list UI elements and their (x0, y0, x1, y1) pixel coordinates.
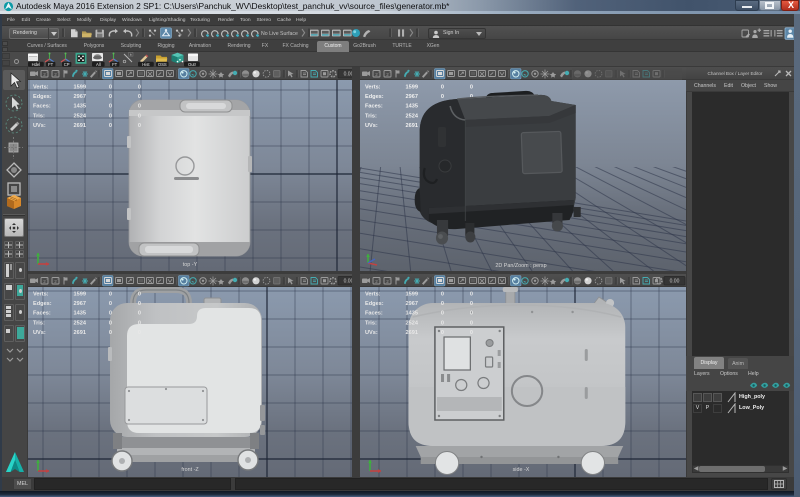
svg-text:0: 0 (470, 320, 473, 326)
svg-text:0: 0 (470, 292, 473, 298)
svg-text:4: 4 (378, 70, 380, 74)
svg-text:0.00: 0.00 (344, 279, 352, 285)
svg-text:2691: 2691 (74, 123, 86, 129)
svg-text:0: 0 (441, 292, 444, 298)
svg-text:1599: 1599 (406, 292, 418, 298)
svg-text:4: 4 (46, 277, 48, 281)
svg-text:Faces:: Faces: (33, 104, 51, 110)
svg-text:0: 0 (109, 123, 112, 129)
svg-text:0: 0 (138, 113, 141, 119)
svg-text:0: 0 (138, 94, 141, 100)
svg-text:4: 4 (46, 70, 48, 74)
svg-text:1599: 1599 (74, 292, 86, 298)
svg-text:1435: 1435 (74, 104, 86, 110)
svg-text:0.00: 0.00 (670, 279, 680, 285)
svg-text:0: 0 (109, 311, 112, 317)
svg-text:0: 0 (109, 301, 112, 307)
svg-text:4: 4 (378, 277, 380, 281)
svg-text:0: 0 (109, 330, 112, 336)
svg-text:2524: 2524 (74, 320, 87, 326)
svg-text:0: 0 (109, 292, 112, 298)
svg-text:0.00: 0.00 (344, 72, 352, 78)
svg-text:2524: 2524 (406, 320, 419, 326)
svg-text:0: 0 (109, 104, 112, 110)
svg-text:Tris:: Tris: (33, 113, 45, 119)
svg-text:Verts:: Verts: (33, 85, 49, 91)
svg-text:2967: 2967 (74, 94, 86, 100)
svg-text:4: 4 (57, 277, 59, 281)
svg-text:Edges:: Edges: (33, 94, 52, 100)
svg-text:Verts:: Verts: (33, 292, 49, 298)
svg-text:Faces:: Faces: (33, 311, 51, 317)
svg-text:0: 0 (138, 301, 141, 307)
svg-text:No Live Surface: No Live Surface (261, 31, 298, 37)
svg-text:Faces:: Faces: (365, 311, 383, 317)
svg-text:0: 0 (138, 320, 141, 326)
svg-text:0: 0 (138, 311, 141, 317)
svg-text:4: 4 (57, 70, 59, 74)
svg-text:UVs:: UVs: (33, 330, 46, 336)
svg-text:0: 0 (470, 311, 473, 317)
svg-text:2524: 2524 (74, 113, 87, 119)
svg-text:0: 0 (441, 320, 444, 326)
svg-text:0: 0 (138, 104, 141, 110)
svg-text:UVs:: UVs: (365, 330, 378, 336)
svg-text:4: 4 (389, 277, 391, 281)
svg-text:0: 0 (138, 330, 141, 336)
svg-text:Verts:: Verts: (365, 292, 381, 298)
svg-text:2691: 2691 (406, 330, 418, 336)
svg-text:0: 0 (470, 301, 473, 307)
svg-text:0: 0 (109, 94, 112, 100)
svg-text:0: 0 (109, 113, 112, 119)
svg-text:0: 0 (470, 330, 473, 336)
svg-text:2967: 2967 (406, 301, 418, 307)
svg-text:0: 0 (138, 292, 141, 298)
svg-text:Edges:: Edges: (365, 301, 384, 307)
svg-text:0: 0 (109, 85, 112, 91)
svg-text:0: 0 (109, 320, 112, 326)
svg-text:0: 0 (441, 311, 444, 317)
svg-text:0: 0 (441, 301, 444, 307)
svg-text:UVs:: UVs: (33, 123, 46, 129)
svg-text:4: 4 (389, 70, 391, 74)
svg-text:1435: 1435 (74, 311, 86, 317)
svg-text:2691: 2691 (74, 330, 86, 336)
svg-text:0: 0 (138, 85, 141, 91)
svg-text:2967: 2967 (74, 301, 86, 307)
svg-text:Edges:: Edges: (33, 301, 52, 307)
svg-text:0: 0 (138, 123, 141, 129)
svg-text:0: 0 (441, 330, 444, 336)
svg-text:Tris:: Tris: (365, 320, 377, 326)
svg-text:1599: 1599 (74, 85, 86, 91)
svg-text:Tris:: Tris: (33, 320, 45, 326)
svg-text:1435: 1435 (406, 311, 418, 317)
